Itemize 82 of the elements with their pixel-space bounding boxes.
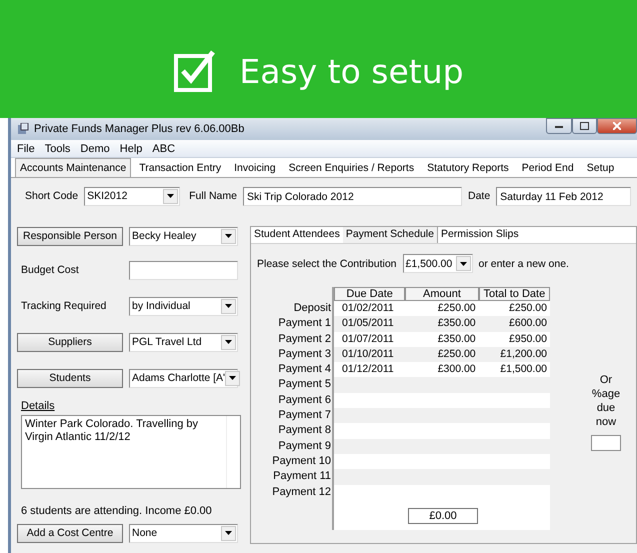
total-field: £0.00 bbox=[408, 508, 478, 524]
dropdown-field[interactable]: None bbox=[129, 524, 238, 542]
table-cell-text: 01/05/2011 bbox=[341, 316, 395, 332]
table-cell-text: £600.00 bbox=[508, 316, 548, 332]
dropdown-field[interactable]: Adams Charlotte [A' bbox=[129, 368, 238, 388]
summary-text: 6 students are attending. Income £0.00 bbox=[21, 505, 213, 517]
table-cell-text: £250.00 bbox=[436, 346, 477, 362]
percent-label: Or %age due now bbox=[590, 373, 622, 429]
caret-icon bbox=[460, 262, 466, 266]
field-label: Full Name bbox=[189, 190, 237, 202]
menu-item[interactable]: ABC bbox=[152, 142, 176, 154]
row-label: Payment 10 bbox=[271, 454, 332, 469]
full-name-field[interactable]: Ski Trip Colorado 2012 bbox=[242, 186, 462, 206]
tab[interactable]: Accounts Maintenance bbox=[15, 158, 132, 177]
table-cell-text: 01/07/2011 bbox=[341, 332, 395, 347]
date-field[interactable]: Saturday 11 Feb 2012 bbox=[496, 186, 632, 206]
caret-icon bbox=[225, 234, 232, 238]
app-icon bbox=[17, 123, 29, 135]
caret-icon bbox=[229, 376, 236, 380]
minimize-button[interactable] bbox=[546, 118, 572, 134]
table-cell-text: 01/02/2011 bbox=[341, 301, 395, 316]
menu-item[interactable]: File bbox=[17, 142, 35, 154]
input-field[interactable] bbox=[129, 260, 238, 280]
close-button[interactable] bbox=[597, 118, 637, 134]
details-text-area[interactable]: Winter Park Colorado. Travelling by Virgin Atlantic 11/2/12 bbox=[21, 415, 241, 489]
table-cell-text: 01/10/2011 bbox=[341, 346, 395, 362]
column-header: Total to Date bbox=[478, 287, 550, 301]
caret-icon bbox=[225, 531, 232, 535]
column-header: Due Date bbox=[334, 287, 406, 301]
menu-item[interactable]: Help bbox=[120, 142, 142, 154]
row-label: Payment 12 bbox=[271, 484, 332, 500]
row-label: Payment 1 bbox=[277, 316, 332, 332]
row-label: Payment 8 bbox=[277, 423, 332, 438]
percent-field[interactable] bbox=[591, 435, 621, 451]
caret-icon bbox=[167, 194, 174, 198]
minimize-icon bbox=[555, 124, 563, 128]
table-cell-text: £250.00 bbox=[508, 301, 548, 316]
field-label: Short Code bbox=[25, 190, 78, 202]
table-cell-text: £350.00 bbox=[436, 316, 477, 332]
column-header: Amount bbox=[405, 287, 479, 301]
dropdown-field[interactable]: PGL Travel Ltd bbox=[129, 332, 238, 352]
row-label: Deposit bbox=[292, 301, 332, 316]
form-button[interactable]: Responsible Person bbox=[17, 226, 123, 246]
table-cell-text: £350.00 bbox=[436, 332, 477, 347]
menu-item[interactable]: Tools bbox=[44, 142, 70, 154]
table-cell-text: 01/12/2011 bbox=[341, 362, 395, 378]
row-label: Payment 4 bbox=[277, 362, 332, 378]
row-label: Payment 3 bbox=[277, 346, 332, 362]
field-label: Tracking Required bbox=[20, 300, 108, 312]
table-cell-text: £250.00 bbox=[436, 301, 477, 316]
form-button[interactable]: Suppliers bbox=[17, 332, 123, 352]
form-button[interactable]: Students bbox=[17, 368, 123, 388]
checkbox-checked-icon bbox=[173, 49, 218, 93]
row-label: Payment 11 bbox=[272, 469, 332, 484]
row-label: Payment 7 bbox=[277, 408, 332, 424]
details-label: Details bbox=[21, 400, 56, 412]
table-cell-text: £1,200.00 bbox=[499, 346, 548, 362]
window-title: Private Funds Manager Plus rev 6.06.00Bb bbox=[34, 123, 244, 135]
table-cell-text: £300.00 bbox=[436, 362, 477, 378]
table-cell-text: £1,500.00 bbox=[499, 362, 548, 378]
row-label: Payment 6 bbox=[277, 392, 332, 408]
caret-icon bbox=[225, 340, 232, 344]
field-label: Date bbox=[468, 190, 490, 202]
caret-icon bbox=[225, 304, 232, 308]
maximize-button[interactable] bbox=[572, 118, 597, 134]
contribution-label: Please select the Contribution bbox=[257, 258, 396, 270]
short-code-select[interactable]: SKI2012 bbox=[84, 186, 180, 206]
row-label: Payment 2 bbox=[277, 332, 332, 347]
field-label: Budget Cost bbox=[20, 264, 80, 276]
form-button[interactable]: Add a Cost Centre bbox=[17, 524, 123, 542]
dropdown-field[interactable]: Becky Healey bbox=[129, 226, 238, 246]
sub-tab[interactable]: Payment Schedule bbox=[342, 227, 438, 243]
contribution-hint: or enter a new one. bbox=[478, 258, 569, 270]
maximize-icon bbox=[580, 122, 589, 130]
row-label: Payment 5 bbox=[277, 377, 332, 392]
banner-title: Easy to setup bbox=[239, 52, 464, 90]
dropdown-field[interactable]: by Individual bbox=[129, 296, 238, 316]
row-label: Payment 9 bbox=[277, 438, 332, 454]
close-icon bbox=[613, 122, 621, 130]
menu-item[interactable]: Demo bbox=[80, 142, 110, 154]
table-cell-text: £950.00 bbox=[508, 332, 548, 347]
contribution-select[interactable]: £1,500.00 bbox=[402, 254, 472, 273]
